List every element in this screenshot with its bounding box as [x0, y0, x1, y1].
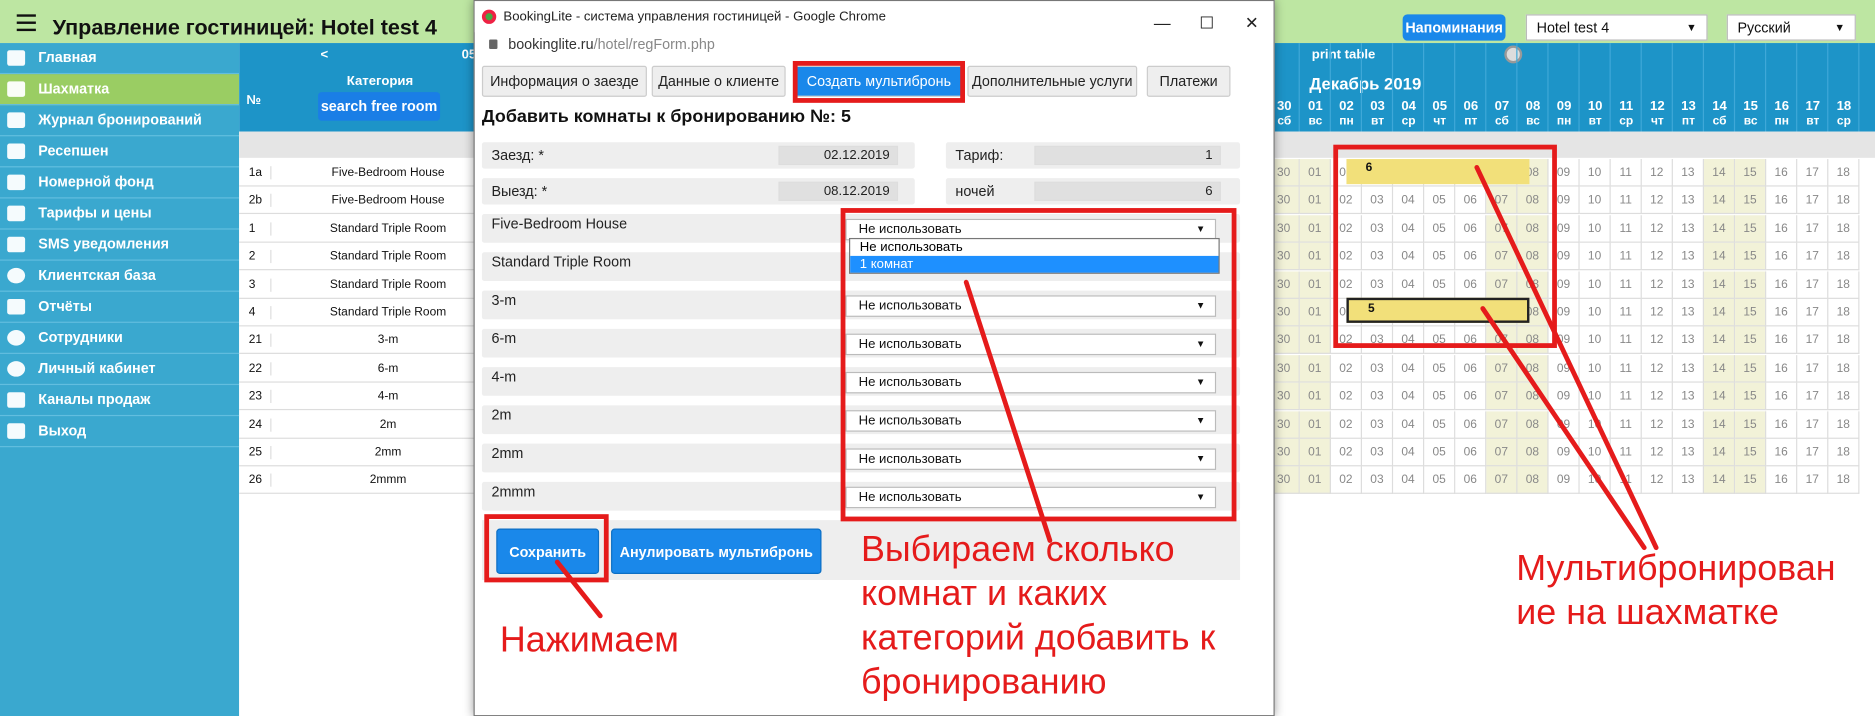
annotation-click: Нажимаем — [499, 620, 679, 661]
annotation-choose: Выбираем сколько комнат и каких категори… — [860, 529, 1216, 702]
annotation-multibooking: Мультибронирование на шахматке — [1516, 548, 1836, 633]
